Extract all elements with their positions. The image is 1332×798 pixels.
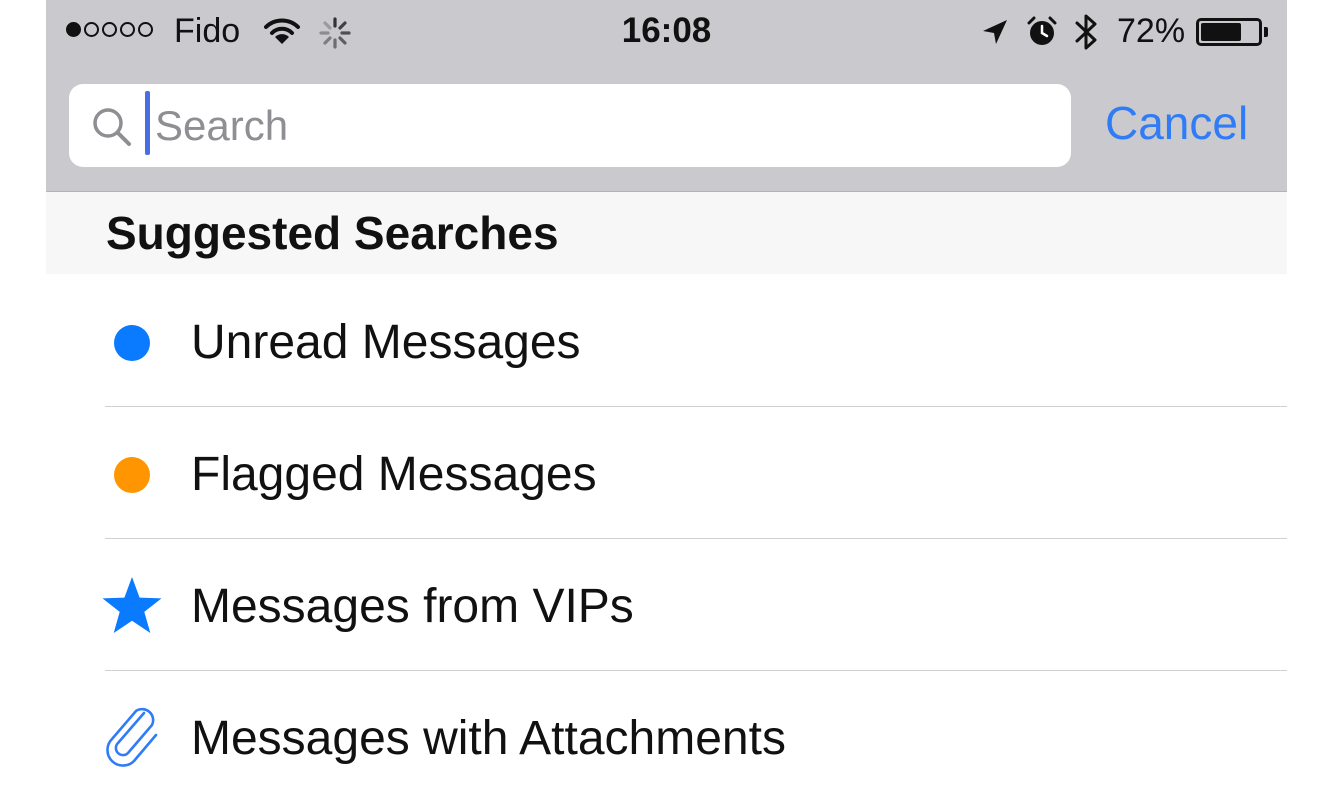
search-header: Fido 16:08 72% Search Cancel bbox=[46, 0, 1287, 192]
search-input[interactable] bbox=[155, 84, 1055, 167]
suggestion-label: Messages from VIPs bbox=[191, 580, 634, 633]
battery-tip bbox=[1264, 27, 1268, 37]
suggestion-label: Messages with Attachments bbox=[191, 712, 786, 765]
cancel-button[interactable]: Cancel bbox=[1105, 96, 1248, 150]
suggestion-flagged-messages[interactable]: Flagged Messages bbox=[46, 407, 1287, 539]
bluetooth-icon bbox=[1074, 12, 1100, 57]
battery-icon bbox=[1196, 18, 1262, 46]
battery-percentage: 72% bbox=[1117, 12, 1186, 50]
section-title: Suggested Searches bbox=[106, 207, 559, 259]
search-icon bbox=[91, 106, 133, 153]
paperclip-icon bbox=[104, 703, 166, 767]
status-bar: Fido 16:08 72% bbox=[46, 0, 1287, 66]
location-arrow-icon bbox=[981, 18, 1009, 51]
orange-dot-icon bbox=[102, 445, 164, 507]
suggestion-messages-from-vips[interactable]: Messages from VIPs bbox=[46, 539, 1287, 671]
battery-level-fill bbox=[1201, 23, 1242, 41]
suggestion-unread-messages[interactable]: Unread Messages bbox=[46, 275, 1287, 407]
search-field[interactable] bbox=[69, 84, 1071, 167]
suggestion-label: Flagged Messages bbox=[191, 448, 597, 501]
mail-search-screen: Fido 16:08 72% Search Cancel Suggested S… bbox=[46, 0, 1287, 798]
suggested-searches-header: Suggested Searches bbox=[46, 192, 1287, 274]
suggestions-list: Unread Messages Flagged Messages Message… bbox=[46, 275, 1287, 798]
blue-dot-icon bbox=[102, 313, 164, 375]
alarm-clock-icon bbox=[1026, 16, 1058, 53]
text-cursor bbox=[145, 91, 150, 155]
suggestion-messages-with-attachments[interactable]: Messages with Attachments bbox=[46, 671, 1287, 798]
clock-time: 16:08 bbox=[621, 11, 712, 50]
suggestion-label: Unread Messages bbox=[191, 316, 581, 369]
star-icon bbox=[100, 573, 162, 635]
